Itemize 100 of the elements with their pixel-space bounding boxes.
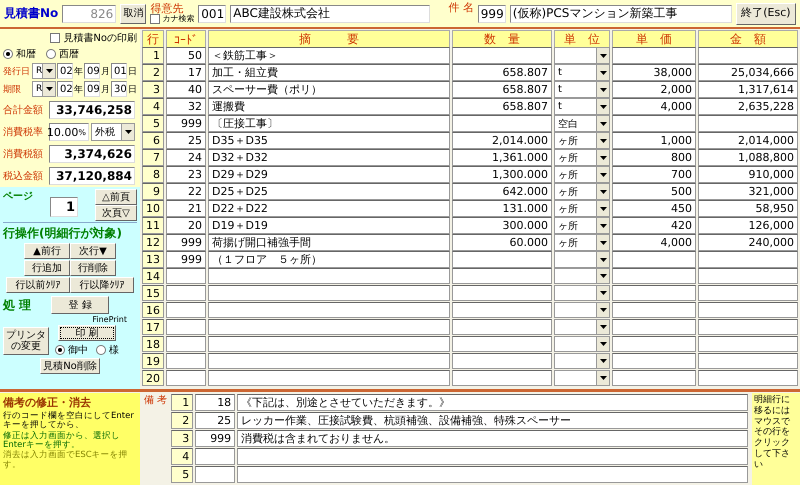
table-cell[interactable]: 《下記は、別途とさせていただきます。》 [237, 394, 748, 411]
unit-dropdown[interactable]: ヶ所 [554, 234, 610, 251]
table-cell[interactable] [452, 285, 552, 301]
table-cell[interactable] [452, 251, 552, 268]
table-cell[interactable]: 658.807 [452, 64, 552, 81]
radio-button[interactable] [96, 345, 106, 355]
table-cell[interactable]: 50 [166, 47, 206, 64]
previous-page-button[interactable]: △前頁 [95, 189, 137, 205]
table-cell[interactable]: 40 [166, 81, 206, 98]
caret-icon[interactable] [596, 133, 609, 148]
caret-icon[interactable] [596, 65, 609, 80]
table-cell[interactable]: 4,000 [612, 234, 696, 251]
table-cell[interactable] [452, 336, 552, 352]
unit-dropdown[interactable]: ヶ所 [554, 200, 610, 217]
caret-icon[interactable] [596, 150, 609, 165]
table-cell[interactable] [612, 115, 696, 132]
table-cell[interactable] [612, 47, 696, 64]
table-cell[interactable]: 2,000 [612, 81, 696, 98]
month-field[interactable]: 09 [84, 81, 100, 97]
table-cell[interactable] [698, 115, 798, 132]
unit-dropdown[interactable]: t [554, 98, 610, 115]
caret-icon[interactable] [596, 82, 609, 97]
page-field[interactable]: 1 [50, 197, 78, 217]
table-cell[interactable]: 21 [166, 200, 206, 217]
checkbox[interactable] [50, 33, 60, 43]
table-cell[interactable] [237, 448, 748, 465]
row-operation-button[interactable]: 行削除 [70, 260, 116, 276]
table-cell[interactable]: 4,000 [612, 98, 696, 115]
table-cell[interactable]: 1,317,614 [698, 81, 798, 98]
table-cell[interactable]: 658.807 [452, 81, 552, 98]
day-field[interactable]: 30 [111, 81, 127, 97]
table-cell[interactable] [195, 466, 236, 483]
table-cell[interactable]: 荷揚げ開口補強手間 [208, 234, 450, 251]
caret-icon[interactable] [596, 354, 609, 368]
table-cell[interactable] [612, 319, 696, 335]
year-field[interactable]: 02 [57, 63, 73, 79]
table-cell[interactable]: 25,034,666 [698, 64, 798, 81]
caret-icon[interactable] [596, 252, 609, 267]
table-cell[interactable]: （１フロア ５ヶ所） [208, 251, 450, 268]
day-field[interactable]: 01 [111, 63, 127, 79]
table-cell[interactable]: 642.000 [452, 183, 552, 200]
table-cell[interactable] [208, 302, 450, 318]
register-button[interactable]: 登 録 [51, 296, 110, 314]
table-cell[interactable]: 1,088,800 [698, 149, 798, 166]
caret-icon[interactable] [596, 99, 609, 114]
table-cell[interactable]: 加工・組立費 [208, 64, 450, 81]
table-cell[interactable]: 999 [166, 115, 206, 132]
table-cell[interactable]: 運搬費 [208, 98, 450, 115]
table-cell[interactable] [452, 370, 552, 386]
table-cell[interactable]: 25 [166, 132, 206, 149]
table-cell[interactable]: 999 [166, 234, 206, 251]
table-cell[interactable] [166, 285, 206, 301]
checkbox[interactable] [150, 14, 160, 24]
table-cell[interactable] [452, 115, 552, 132]
table-cell[interactable] [208, 370, 450, 386]
table-cell[interactable] [698, 370, 798, 386]
table-cell[interactable]: スペーサー費（ポリ） [208, 81, 450, 98]
unit-dropdown[interactable]: ヶ所 [554, 149, 610, 166]
print-button[interactable]: 印 刷 [58, 325, 116, 341]
table-cell[interactable]: 126,000 [698, 217, 798, 234]
table-cell[interactable] [612, 370, 696, 386]
unit-dropdown[interactable]: ヶ所 [554, 183, 610, 200]
project-code-field[interactable]: 999 [478, 4, 506, 22]
table-cell[interactable]: 25 [195, 412, 236, 429]
unit-dropdown[interactable]: 空白 [554, 115, 610, 132]
caret-icon[interactable] [121, 124, 134, 140]
caret-icon[interactable] [596, 167, 609, 182]
amount-field[interactable]: 37,120,884 [49, 167, 135, 185]
table-cell[interactable]: 58,950 [698, 200, 798, 217]
table-cell[interactable]: 131.000 [452, 200, 552, 217]
unit-dropdown[interactable]: ヶ所 [554, 132, 610, 149]
amount-field[interactable]: 3,374,626 [49, 145, 135, 163]
table-cell[interactable]: 38,000 [612, 64, 696, 81]
table-cell[interactable]: 22 [166, 183, 206, 200]
table-cell[interactable] [612, 353, 696, 369]
table-cell[interactable] [166, 268, 206, 284]
table-cell[interactable]: 700 [612, 166, 696, 183]
table-cell[interactable] [166, 353, 206, 369]
table-cell[interactable]: 1,361.000 [452, 149, 552, 166]
row-operation-button[interactable]: 行以降ｸﾘｱ [70, 277, 134, 293]
row-operation-button[interactable]: 行以前ｸﾘｱ [6, 277, 70, 293]
table-cell[interactable]: D25＋D25 [208, 183, 450, 200]
table-cell[interactable] [612, 302, 696, 318]
caret-icon[interactable] [596, 269, 609, 283]
table-cell[interactable] [698, 319, 798, 335]
table-cell[interactable]: 60.000 [452, 234, 552, 251]
table-cell[interactable] [612, 336, 696, 352]
table-cell[interactable]: D19＋D19 [208, 217, 450, 234]
tax-rate-field[interactable]: 10.00% [49, 123, 89, 141]
table-cell[interactable] [166, 336, 206, 352]
table-cell[interactable] [452, 268, 552, 284]
table-cell[interactable] [612, 268, 696, 284]
caret-icon[interactable] [42, 82, 56, 96]
table-cell[interactable] [698, 285, 798, 301]
table-cell[interactable] [612, 285, 696, 301]
tax-mode-dropdown[interactable]: 外税 [91, 123, 135, 141]
table-cell[interactable] [166, 370, 206, 386]
table-cell[interactable]: D29＋D29 [208, 166, 450, 183]
table-cell[interactable] [452, 302, 552, 318]
caret-icon[interactable] [596, 337, 609, 351]
